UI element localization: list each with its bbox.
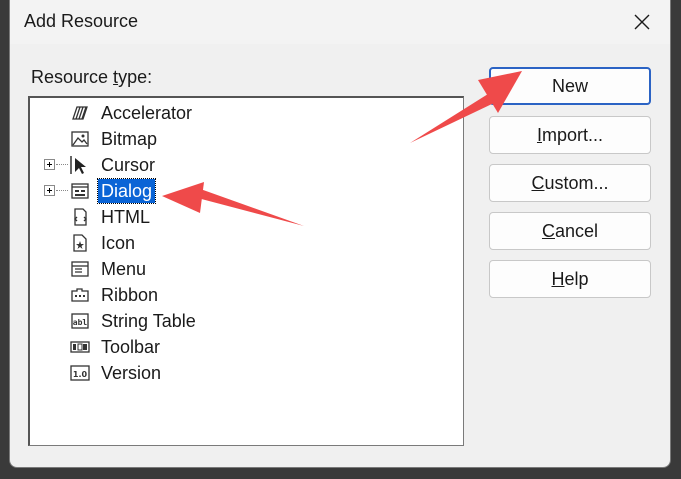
cursor-icon: [70, 156, 86, 174]
tree-item-string-table[interactable]: abl String Table: [30, 308, 463, 334]
expand-icon[interactable]: [44, 159, 55, 170]
help-button-label: Help: [551, 268, 589, 289]
tree-item-label: String Table: [101, 311, 196, 331]
title-bar: Add Resource: [10, 0, 670, 44]
close-button[interactable]: [622, 4, 662, 40]
svg-text:1.0: 1.0: [73, 370, 88, 379]
tree-item-icon[interactable]: Icon: [30, 230, 463, 256]
tree-item-cursor[interactable]: Cursor: [30, 152, 463, 178]
html-icon: [74, 208, 87, 226]
tree-item-label: Bitmap: [101, 129, 158, 149]
tree-item-label: Ribbon: [101, 285, 159, 305]
custom-button[interactable]: Custom...: [489, 164, 651, 202]
tree-item-label: Version: [101, 363, 162, 383]
tree-item-label: Toolbar: [101, 337, 161, 357]
tree-item-label: Icon: [101, 233, 136, 253]
tree-item-label: Accelerator: [101, 103, 193, 123]
add-resource-dialog: Add Resource Resource type: Accelerator …: [9, 0, 671, 468]
custom-button-label: Custom...: [531, 172, 609, 193]
tree-item-menu[interactable]: Menu: [30, 256, 463, 282]
version-icon: 1.0: [70, 365, 90, 381]
cancel-button[interactable]: Cancel: [489, 212, 651, 250]
tree-item-toolbar[interactable]: Toolbar: [30, 334, 463, 360]
dialog-title: Add Resource: [24, 11, 139, 31]
toolbar-icon: [70, 341, 90, 353]
resource-type-label: Resource type:: [31, 67, 153, 87]
import-button-label: Import...: [536, 124, 604, 145]
tree-item-dialog[interactable]: Dialog: [30, 178, 463, 204]
cancel-button-label: Cancel: [541, 220, 599, 241]
ribbon-icon: [71, 288, 89, 302]
dialog-icon: [71, 183, 89, 199]
string-table-icon: abl: [71, 313, 89, 329]
tree-item-label: Menu: [101, 259, 147, 279]
import-button[interactable]: Import...: [489, 116, 651, 154]
close-icon: [634, 14, 650, 30]
bitmap-icon: [71, 131, 89, 147]
accelerator-icon: [72, 106, 88, 120]
resource-type-tree[interactable]: Accelerator Bitmap Cursor Dialog HTML Ic…: [28, 96, 464, 446]
tree-item-bitmap[interactable]: Bitmap: [30, 126, 463, 152]
menu-icon: [71, 261, 89, 277]
tree-item-version[interactable]: 1.0 Version: [30, 360, 463, 386]
tree-item-label: HTML: [101, 207, 150, 227]
new-button[interactable]: New: [489, 67, 651, 105]
tree-item-label: Cursor: [101, 155, 156, 175]
expand-icon[interactable]: [44, 185, 55, 196]
help-button[interactable]: Help: [489, 260, 651, 298]
tree-item-html[interactable]: HTML: [30, 204, 463, 230]
tree-item-accelerator[interactable]: Accelerator: [30, 100, 463, 126]
tree-connector: [56, 190, 68, 191]
svg-text:abl: abl: [73, 318, 88, 327]
tree-item-ribbon[interactable]: Ribbon: [30, 282, 463, 308]
new-button-label: New: [551, 75, 588, 96]
icon-resource-icon: [73, 234, 87, 252]
tree-item-label-selected: Dialog: [96, 178, 157, 204]
tree-connector: [56, 164, 68, 165]
